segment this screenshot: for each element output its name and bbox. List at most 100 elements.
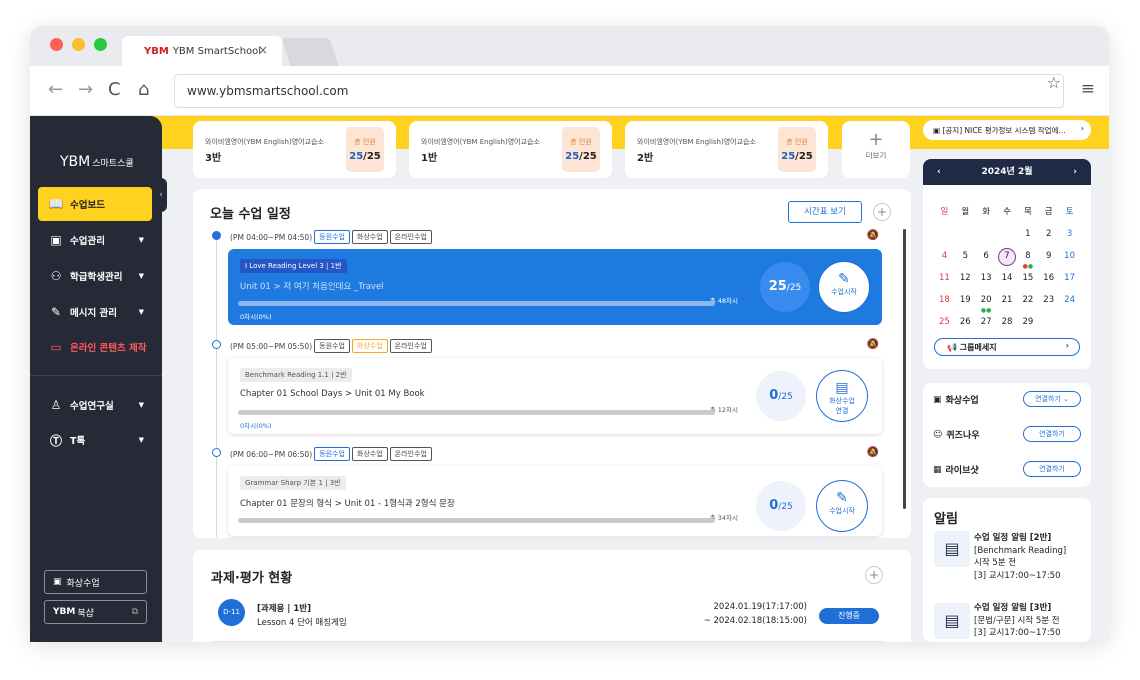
- calendar-day[interactable]: 13: [976, 269, 997, 291]
- prev-month-icon[interactable]: ‹: [937, 159, 941, 185]
- calendar-day[interactable]: 22: [1017, 291, 1038, 313]
- sidebar-item-classboard[interactable]: 📖 수업보드: [38, 187, 152, 221]
- book-alert-icon: ▤: [934, 603, 970, 639]
- calendar-day[interactable]: 14: [997, 269, 1018, 291]
- calendar-day[interactable]: 17: [1059, 269, 1080, 291]
- group-message-button[interactable]: 📢 그룹메세지 ›: [934, 338, 1080, 356]
- calendar-day[interactable]: 10: [1059, 247, 1080, 269]
- lesson-card[interactable]: Grammar Sharp 기본 1 | 3반 Chapter 01 문장의 형…: [228, 466, 882, 536]
- calendar-day[interactable]: 23: [1038, 291, 1059, 313]
- bell-off-icon[interactable]: 🔕: [867, 339, 879, 350]
- sidebar-item-message[interactable]: ✎ 메시지 관리 ▼: [38, 295, 152, 329]
- browser-tab[interactable]: YBM YBM SmartSchool ×: [122, 36, 282, 66]
- class-card[interactable]: 와이비엠영어(YBM English)영어교습소 1반 총 인원 25/25: [409, 121, 612, 178]
- calendar-day[interactable]: 25: [934, 313, 955, 335]
- connect-button[interactable]: 연결하기: [1023, 461, 1081, 477]
- weekday-label: 월: [961, 207, 970, 217]
- pencil-icon: ✎: [836, 490, 848, 506]
- minimize-window-dot[interactable]: [72, 38, 85, 51]
- calendar-day[interactable]: 4: [934, 247, 955, 269]
- bell-off-icon[interactable]: 🔕: [867, 447, 879, 458]
- calendar-day[interactable]: 8 ●●: [1017, 247, 1038, 270]
- sidebar-video-class-button[interactable]: ▣ 화상수업: [44, 570, 147, 594]
- timetable-button[interactable]: 시간표 보기: [788, 201, 862, 223]
- class-card[interactable]: 와이비엠영어(YBM English)영어교습소 2반 총 인원 25/25: [625, 121, 828, 178]
- calendar-day[interactable]: 11: [934, 269, 955, 291]
- sidebar-item-research[interactable]: ♙ 수업연구실 ▼: [38, 388, 152, 422]
- url-field[interactable]: www.ybmsmartschool.com: [174, 74, 1064, 108]
- class-count-badge: 총 인원 25/25: [562, 127, 600, 172]
- app-area: YBM 스마트스쿨 ‹ 📖 수업보드 ▣ 수업관리 ▼ ⚇ 학급학생관리 ▼ ✎ 메시지 관리…: [30, 116, 1109, 642]
- calendar-grid: 일 월 화 수 목 금 토 1 2 3 4 5 6 7 8 ●● 9 10 11 12 13 14 15 16 17 18 19 20…: [934, 203, 1080, 335]
- calendar-day[interactable]: 16: [1038, 269, 1059, 291]
- alert-item[interactable]: 수업 일정 알림 [3반] [문법/구문] 시작 5분 전 [3] 교시17:00~…: [974, 602, 1061, 640]
- connect-button[interactable]: 연결하기 ⌄: [1023, 391, 1081, 407]
- tab-close-icon[interactable]: ×: [258, 43, 268, 57]
- calendar-day[interactable]: 12: [955, 269, 976, 291]
- calendar-day[interactable]: 27: [976, 313, 997, 335]
- home-icon[interactable]: ⌂: [138, 79, 149, 100]
- back-arrow-icon[interactable]: ←: [48, 79, 63, 100]
- sidebar-collapse-button[interactable]: ‹: [155, 178, 167, 212]
- scrollbar[interactable]: [903, 229, 906, 509]
- calendar-day[interactable]: 21: [997, 291, 1018, 313]
- video-icon: ▤: [835, 380, 849, 396]
- tab-bar: YBM YBM SmartSchool ×: [30, 26, 1109, 66]
- sidebar-item-online-content[interactable]: ▭ 온라인 콘텐츠 제작: [38, 330, 152, 364]
- calendar-day[interactable]: 9: [1038, 247, 1059, 269]
- maximize-window-dot[interactable]: [94, 38, 107, 51]
- close-window-dot[interactable]: [50, 38, 63, 51]
- lesson-card[interactable]: Benchmark Reading 1.1 | 2반 Chapter 01 Sc…: [228, 358, 882, 434]
- calendar-day[interactable]: 24: [1059, 291, 1080, 313]
- calendar-day[interactable]: 7: [997, 247, 1018, 269]
- live-icon: ▦: [933, 464, 942, 475]
- reload-icon[interactable]: C: [108, 79, 121, 100]
- alerts-title: 알림: [934, 512, 958, 527]
- calendar-day[interactable]: 28: [997, 313, 1018, 335]
- calendar-day[interactable]: 1: [1017, 225, 1038, 247]
- calendar-day[interactable]: 29: [1017, 313, 1038, 335]
- class-count-badge: 총 인원 25/25: [346, 127, 384, 172]
- calendar-day[interactable]: 3: [1059, 225, 1080, 247]
- calendar-day[interactable]: 18: [934, 291, 955, 313]
- notice-banner[interactable]: ▣ [공지] NICE 평가정보 시스템 작업에... ›: [923, 120, 1091, 140]
- sidebar-item-class-manage[interactable]: ▣ 수업관리 ▼: [38, 223, 152, 257]
- schedule-title: 오늘 수업 일정: [210, 207, 291, 222]
- bell-off-icon[interactable]: 🔕: [867, 230, 879, 241]
- calendar-day[interactable]: 15: [1017, 269, 1038, 291]
- alert-item[interactable]: 수업 일정 알림 [2반] [Benchmark Reading] 시작 5분 전[…: [974, 532, 1066, 582]
- calendar-day[interactable]: 2: [1038, 225, 1059, 247]
- browser-menu-icon[interactable]: ≡: [1081, 79, 1095, 99]
- new-tab[interactable]: [281, 38, 339, 66]
- start-class-button[interactable]: ✎ 수업시작: [816, 480, 868, 532]
- forward-arrow-icon[interactable]: →: [78, 79, 93, 100]
- calendar-day[interactable]: 6: [976, 247, 997, 269]
- app-video-class: ▣ 화상수업: [933, 394, 979, 407]
- calendar-day: [1059, 313, 1080, 335]
- class-count-badge: 총 인원 25/25: [778, 127, 816, 172]
- lesson-card-active[interactable]: I Love Reading Level 3 | 1반 Unit 01 > 저 …: [228, 249, 882, 325]
- add-schedule-button[interactable]: +: [873, 203, 891, 221]
- calendar-day[interactable]: 19: [955, 291, 976, 313]
- app-logo[interactable]: YBM 스마트스쿨: [60, 154, 134, 170]
- sidebar-item-ttalk[interactable]: Ⓣ T톡 ▼: [38, 423, 152, 457]
- class-card[interactable]: 와이비엠영어(YBM English)영어교습소 3반 총 인원 25/25: [193, 121, 396, 178]
- calendar-day: [1038, 313, 1059, 335]
- video-connect-button[interactable]: ▤ 화상수업 연결: [816, 370, 868, 422]
- calendar-day[interactable]: 26: [955, 313, 976, 335]
- weekday-label: 금: [1044, 207, 1053, 217]
- more-classes-button[interactable]: + 더보기: [842, 121, 910, 178]
- sidebar-bookshop-button[interactable]: YBM 북샵 ⧉: [44, 600, 147, 624]
- bookmark-star-icon[interactable]: ☆: [1047, 73, 1061, 92]
- start-class-button[interactable]: ✎ 수업시작: [818, 261, 870, 313]
- next-month-icon[interactable]: ›: [1073, 159, 1077, 185]
- today-schedule-panel: 오늘 수업 일정 시간표 보기 + (PM 04:00~PM 04:50) 등원수…: [193, 189, 911, 538]
- add-task-button[interactable]: +: [865, 566, 883, 584]
- sidebar-item-student-manage[interactable]: ⚇ 학급학생관리 ▼: [38, 259, 152, 293]
- sidebar: YBM 스마트스쿨 ‹ 📖 수업보드 ▣ 수업관리 ▼ ⚇ 학급학생관리 ▼ ✎ 메시지 관리…: [30, 116, 167, 642]
- calendar-day[interactable]: 5: [955, 247, 976, 269]
- calendar-day[interactable]: 20 ●●: [976, 291, 997, 314]
- weekday-label: 수: [1003, 207, 1011, 217]
- connect-button[interactable]: 연결하기: [1023, 426, 1081, 442]
- timeline-dot: [212, 448, 221, 457]
